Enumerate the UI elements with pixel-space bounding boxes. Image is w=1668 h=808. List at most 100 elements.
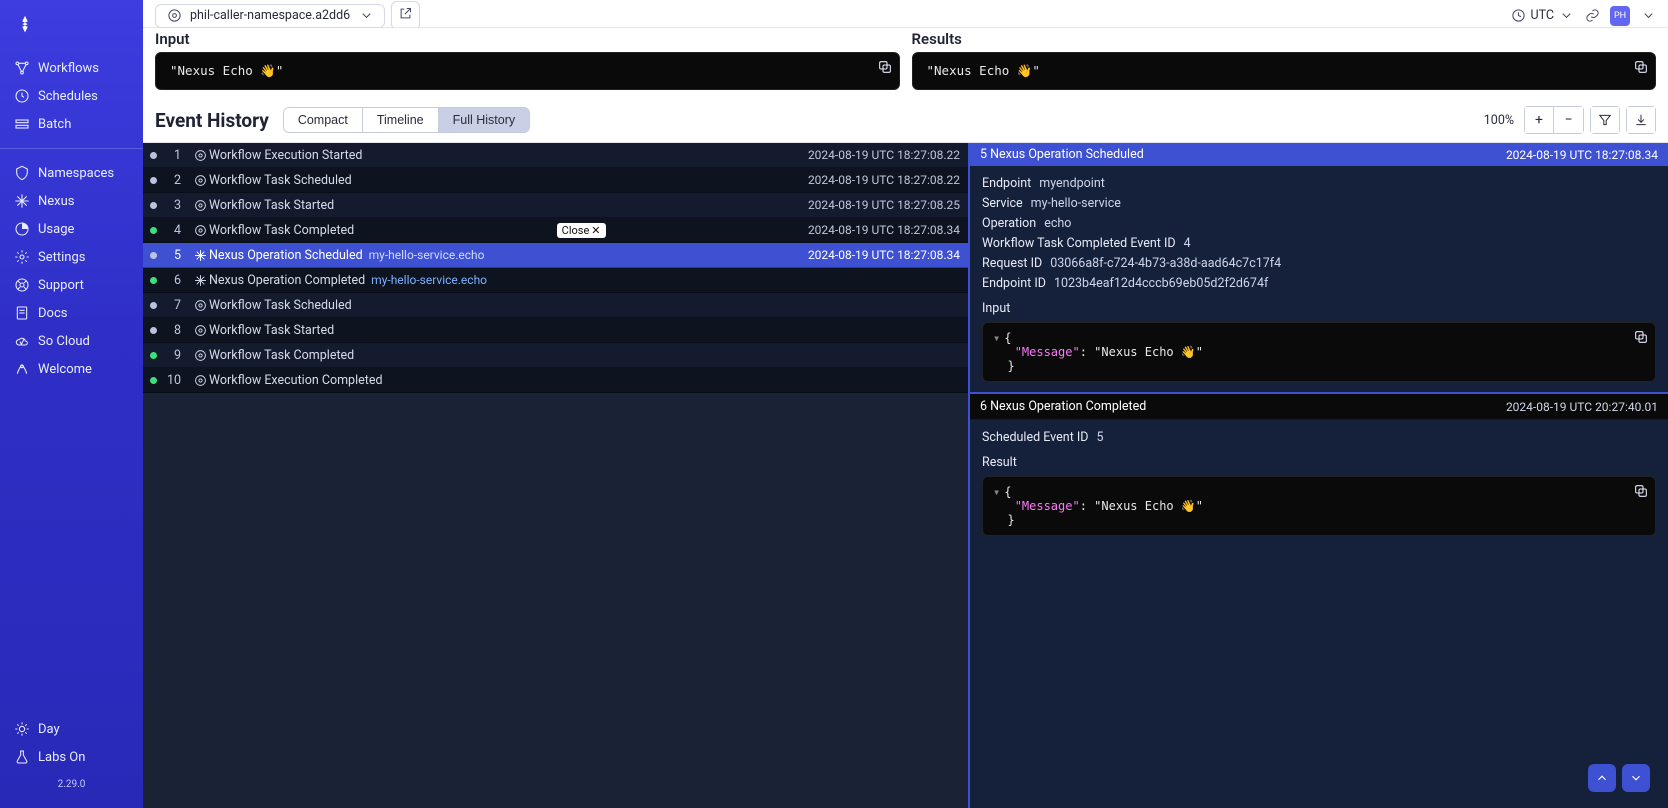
sidebar-item-label: Usage (38, 222, 74, 237)
support-icon (14, 277, 30, 293)
payload-value: "Nexus Echo 👋" (1094, 345, 1203, 359)
detail-input-label: Input (982, 301, 1656, 316)
sidebar-item-schedules[interactable]: Schedules (0, 82, 143, 110)
namespaces-icon (14, 165, 30, 181)
sidebar: Workflows Schedules Batch Namespaces Nexus Us… (0, 0, 143, 808)
sidebar-item-welcome[interactable]: Welcome (0, 355, 143, 383)
event-number: 7 (163, 298, 191, 313)
timezone-selector[interactable]: UTC (1510, 8, 1574, 24)
link-icon[interactable] (1584, 8, 1600, 24)
event-name: Workflow Task Scheduled (209, 298, 358, 313)
sidebar-item-settings[interactable]: Settings (0, 243, 143, 271)
filter-button[interactable] (1590, 106, 1620, 134)
cloud-icon (14, 333, 30, 349)
sidebar-item-nexus[interactable]: Nexus (0, 187, 143, 215)
copy-icon[interactable] (1633, 59, 1649, 75)
event-history-bar: Event History Compact Timeline Full Hist… (143, 100, 1668, 143)
settings-icon (14, 249, 30, 265)
event-timestamp: 2024-08-19 UTC 18:27:08.34 (808, 223, 960, 237)
kv-key: Scheduled Event ID (982, 430, 1088, 445)
event-number: 2 (163, 173, 191, 188)
zoom-in-button[interactable]: + (1524, 106, 1554, 134)
detail-panel: 5 Nexus Operation Scheduled 2024-08-19 U… (968, 143, 1668, 808)
sidebar-item-label: Workflows (38, 61, 99, 76)
kv-value: 4 (1184, 236, 1191, 251)
copy-icon[interactable] (1633, 483, 1649, 499)
avatar[interactable]: PH (1610, 6, 1630, 26)
event-timestamp: 2024-08-19 UTC 18:27:08.22 (808, 173, 960, 187)
labs-icon (14, 749, 30, 765)
kv-value: 1023b4eaf12d4cccb69eb05d2f2d674f (1054, 276, 1268, 291)
event-number: 5 (163, 248, 191, 263)
sidebar-item-labs-on[interactable]: Labs On (0, 743, 143, 771)
event-row[interactable]: 10Workflow Execution Completed (143, 368, 968, 393)
event-row[interactable]: 8Workflow Task Started (143, 318, 968, 343)
event-timestamp: 2024-08-19 UTC 18:27:08.25 (808, 198, 960, 212)
event-number: 10 (163, 373, 191, 388)
open-external-button[interactable] (391, 1, 420, 30)
namespace-selector[interactable]: phil-caller-namespace.a2dd6 (155, 4, 385, 28)
sidebar-item-day[interactable]: Day (0, 715, 143, 743)
sidebar-item-label: Labs On (38, 750, 85, 765)
input-label: Input (155, 30, 900, 48)
event-row[interactable]: 3Workflow Task Started2024-08-19 UTC 18:… (143, 193, 968, 218)
event-name: Nexus Operation Completed (209, 273, 371, 288)
detail-header-2: 6 Nexus Operation Completed 2024-08-19 U… (970, 394, 1668, 420)
chevron-down-icon[interactable]: ▾ (993, 485, 1000, 499)
kv-value: 03066a8f-c724-4b73-a38d-aad64c7c17f4 (1050, 256, 1281, 271)
sidebar-item-workflows[interactable]: Workflows (0, 54, 143, 82)
event-row[interactable]: 4Workflow Task CompletedClose ✕2024-08-1… (143, 218, 968, 243)
sidebar-item-so-cloud[interactable]: So Cloud (0, 327, 143, 355)
event-row[interactable]: 2 Workflow Task Scheduled 2024-08-19 UTC 1… (143, 168, 968, 193)
copy-icon[interactable] (877, 59, 893, 75)
event-row[interactable]: 1Workflow Execution Started2024-08-19 UT… (143, 143, 968, 168)
copy-icon[interactable] (1633, 329, 1649, 345)
scroll-buttons (1588, 764, 1650, 792)
sidebar-item-docs[interactable]: Docs (0, 299, 143, 327)
workflows-icon (14, 60, 30, 76)
chevron-down-icon[interactable] (1640, 8, 1656, 24)
batch-icon (14, 116, 30, 132)
kv-key: Request ID (982, 256, 1042, 271)
chevron-down-icon[interactable]: ▾ (993, 331, 1000, 345)
tab-compact[interactable]: Compact (284, 108, 363, 132)
event-row[interactable]: 9Workflow Task Completed (143, 343, 968, 368)
payload-value: "Nexus Echo 👋" (1094, 499, 1203, 513)
scroll-up-button[interactable] (1588, 764, 1616, 792)
sidebar-item-label: Batch (38, 117, 71, 132)
workflow-icon (191, 224, 209, 237)
logo[interactable] (0, 10, 143, 54)
namespace-name: phil-caller-namespace.a2dd6 (190, 8, 350, 23)
nexus-icon (191, 274, 209, 287)
tab-timeline[interactable]: Timeline (363, 108, 439, 132)
close-button[interactable]: Close ✕ (557, 223, 606, 238)
event-number: 8 (163, 323, 191, 338)
nexus-icon (191, 249, 209, 262)
tab-full-history[interactable]: Full History (439, 108, 530, 132)
usage-icon (14, 221, 30, 237)
results-box: "Nexus Echo 👋" (912, 52, 1657, 90)
sidebar-item-label: So Cloud (38, 334, 90, 349)
download-button[interactable] (1626, 106, 1656, 134)
zoom-out-button[interactable]: − (1554, 106, 1584, 134)
sidebar-item-label: Nexus (38, 194, 75, 209)
payload-box: ▾{ "Message": "Nexus Echo 👋" } (982, 476, 1656, 536)
event-name: Workflow Task Completed (209, 348, 360, 363)
topbar: phil-caller-namespace.a2dd6 UTC PH (143, 0, 1668, 28)
event-number: 4 (163, 223, 191, 238)
workflow-icon (191, 374, 209, 387)
sidebar-item-batch[interactable]: Batch (0, 110, 143, 138)
chevron-down-icon (1558, 8, 1574, 24)
scroll-down-button[interactable] (1622, 764, 1650, 792)
sidebar-item-namespaces[interactable]: Namespaces (0, 159, 143, 187)
event-row[interactable]: 7 Workflow Task Scheduled (143, 293, 968, 318)
event-row[interactable]: 5Nexus Operation Scheduledmy-hello-servi… (143, 243, 968, 268)
view-mode-segment: Compact Timeline Full History (283, 107, 530, 133)
event-name: Workflow Task Scheduled (209, 173, 358, 188)
input-box: "Nexus Echo 👋" (155, 52, 900, 90)
sidebar-item-usage[interactable]: Usage (0, 215, 143, 243)
event-name: Workflow Task Started (209, 198, 340, 213)
sidebar-item-support[interactable]: Support (0, 271, 143, 299)
event-row[interactable]: 6Nexus Operation Completedmy-hello-servi… (143, 268, 968, 293)
sidebar-item-label: Welcome (38, 362, 92, 377)
